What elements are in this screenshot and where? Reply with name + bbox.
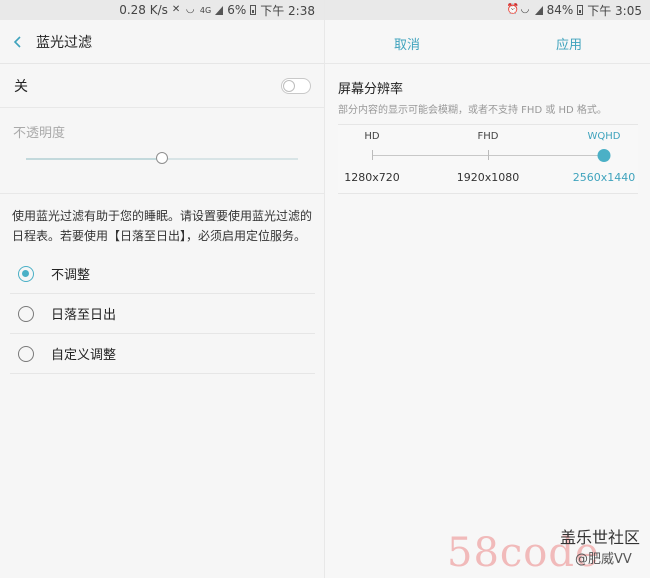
resolution-option-size: 1280x720 [344,171,400,184]
resolution-option-name[interactable]: WQHD [588,131,621,142]
resolution-title: 屏幕分辨率 [338,82,404,97]
clock: 下午 3:05 [587,3,642,18]
screen-resolution-pane: ⏰ ◡ 84% 下午 3:05 取消 应用 屏幕分辨率 部分内容的显示可能会模糊… [325,0,650,578]
status-bar: ⏰ ◡ 84% 下午 3:05 [325,0,650,20]
schedule-option-label: 不调整 [51,268,91,283]
cancel-button[interactable]: 取消 [394,34,420,53]
radio-button[interactable] [18,265,34,282]
schedule-option[interactable]: 不调整 [10,254,315,294]
filter-toggle-row[interactable]: 关 [0,64,325,108]
mute-icon: ✕ [171,4,181,15]
schedule-options: 不调整日落至日出自定义调整 [0,254,325,374]
opacity-slider-thumb[interactable] [156,152,168,164]
schedule-option-label: 日落至日出 [51,308,117,323]
signal-icon [215,5,224,15]
status-bar: 0.28 K/s ✕ ◡ 4G 6% 下午 2:38 [0,0,325,20]
resolution-slider-thumb[interactable] [597,149,611,162]
toggle-label: 关 [14,78,28,95]
resolution-slider-card: HD 1280x720 FHD 1920x1080 WQHD 2560x1440 [338,124,638,194]
resolution-subtitle: 部分内容的显示可能会模糊，或者不支持 FHD 或 HD 格式。 [338,105,607,116]
clock: 下午 2:38 [260,3,315,18]
battery-icon [250,5,257,15]
radio-button[interactable] [18,345,34,362]
opacity-label: 不透明度 [13,126,66,141]
app-bar: 取消 应用 [325,20,650,64]
signal-icon [534,5,543,15]
schedule-option[interactable]: 日落至日出 [10,294,315,334]
schedule-option[interactable]: 自定义调整 [10,334,315,374]
back-arrow-icon[interactable] [2,20,34,64]
wifi-icon: ◡ [185,4,195,15]
wifi-icon: ◡ [520,4,530,15]
radio-button[interactable] [18,305,34,322]
network-type: 4G [199,5,212,15]
resolution-option-size: 2560x1440 [572,171,636,184]
resolution-option-name[interactable]: FHD [478,131,499,142]
resolution-option-size: 1920x1080 [456,171,520,184]
filter-switch[interactable] [281,77,311,94]
page-title: 蓝光过滤 [36,34,92,51]
battery-icon [577,5,584,15]
schedule-description: 使用蓝光过滤有助于您的睡眠。请设置要使用蓝光过滤的日程表。若要使用【日落至日出】… [12,209,313,243]
net-speed: 0.28 K/s [119,3,168,17]
switch-knob [283,79,295,92]
opacity-slider-fill [26,158,162,160]
battery-percent: 84% [546,3,574,17]
schedule-option-label: 自定义调整 [51,348,117,363]
battery-percent: 6% [227,3,247,17]
alarm-icon: ⏰ [506,4,520,15]
resolution-slider-tick[interactable] [488,150,489,160]
blue-light-filter-pane: 0.28 K/s ✕ ◡ 4G 6% 下午 2:38 蓝光过滤 关 不透明度 使… [0,0,325,578]
resolution-section: 屏幕分辨率 部分内容的显示可能会模糊，或者不支持 FHD 或 HD 格式。 [325,64,650,116]
opacity-section: 不透明度 [0,108,325,194]
app-bar: 蓝光过滤 [0,20,325,64]
apply-button[interactable]: 应用 [556,34,582,53]
resolution-slider-tick[interactable] [372,150,373,160]
resolution-option-name[interactable]: HD [364,131,379,142]
